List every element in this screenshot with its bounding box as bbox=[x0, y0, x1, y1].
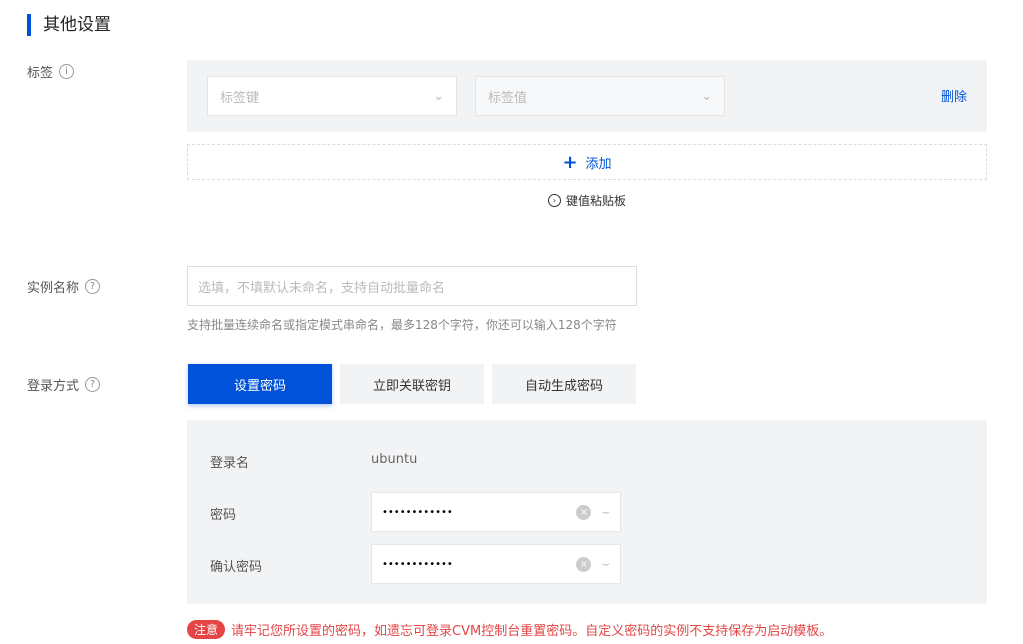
associate-key-tab[interactable]: 立即关联密钥 bbox=[340, 364, 484, 404]
help-icon[interactable]: ? bbox=[85, 279, 101, 294]
confirm-password-input[interactable]: •••••••••••• × ⌣ bbox=[371, 544, 621, 584]
tag-value-select[interactable]: 标签值 ⌄ bbox=[475, 76, 725, 116]
tag-row: 标签键 ⌄ 标签值 ⌄ 删除 bbox=[187, 60, 987, 132]
chevron-down-icon: ⌄ bbox=[433, 88, 444, 104]
instance-name-label: 实例名称? bbox=[27, 277, 101, 296]
delete-tag-link[interactable]: 删除 bbox=[941, 86, 967, 105]
username-label: 登录名 bbox=[210, 456, 250, 471]
instance-name-input[interactable]: 选填，不填默认未命名，支持自动批量命名 bbox=[187, 266, 637, 306]
password-panel: 登录名 ubuntu 密码 •••••••••••• × ⌣ 确认密码 ••••••… bbox=[187, 420, 987, 604]
section-title: 其他设置 bbox=[27, 14, 111, 36]
clear-icon[interactable]: × bbox=[576, 504, 592, 520]
add-tag-button[interactable]: + 添加 bbox=[187, 144, 987, 180]
instance-name-placeholder: 选填，不填默认未命名，支持自动批量命名 bbox=[198, 280, 446, 296]
paste-label: 键值粘贴板 bbox=[566, 194, 627, 208]
paste-board-toggle[interactable]: › 键值粘贴板 bbox=[548, 192, 626, 209]
info-icon[interactable]: i bbox=[59, 64, 75, 79]
chevron-right-circle-icon: › bbox=[548, 194, 561, 207]
eye-closed-icon[interactable]: ⌣ bbox=[601, 557, 610, 572]
tag-value-placeholder: 标签值 bbox=[488, 90, 528, 106]
confirm-password-label: 确认密码 bbox=[210, 560, 263, 575]
tags-label-text: 标签 bbox=[27, 66, 54, 81]
username-value: ubuntu bbox=[371, 452, 418, 467]
plus-icon: + bbox=[562, 151, 578, 173]
eye-closed-icon[interactable]: ⌣ bbox=[601, 505, 610, 520]
note-badge: 注意 bbox=[187, 620, 226, 639]
tag-key-placeholder: 标签键 bbox=[220, 90, 260, 106]
password-note: 注意 请牢记您所设置的密码，如遗忘可登录CVM控制台重置密码。自定义密码的实例不支… bbox=[187, 620, 832, 639]
instance-name-hint: 支持批量连续命名或指定模式串命名，最多128个字符，你还可以输入128个字符 bbox=[187, 318, 617, 332]
login-label-text: 登录方式 bbox=[27, 379, 80, 394]
add-tag-label: 添加 bbox=[585, 156, 612, 172]
note-text: 请牢记您所设置的密码，如遗忘可登录CVM控制台重置密码。自定义密码的实例不支持保… bbox=[231, 624, 833, 639]
login-label: 登录方式? bbox=[27, 375, 101, 394]
instance-name-label-text: 实例名称 bbox=[27, 281, 80, 296]
chevron-down-icon: ⌄ bbox=[701, 88, 712, 104]
password-label: 密码 bbox=[210, 508, 237, 523]
clear-icon[interactable]: × bbox=[576, 556, 592, 572]
confirm-password-value: •••••••••••• bbox=[382, 558, 453, 570]
set-password-tab[interactable]: 设置密码 bbox=[188, 364, 332, 404]
tags-label: 标签 i bbox=[27, 62, 75, 81]
help-icon[interactable]: ? bbox=[85, 377, 101, 392]
auto-password-tab[interactable]: 自动生成密码 bbox=[492, 364, 636, 404]
tag-key-select[interactable]: 标签键 ⌄ bbox=[207, 76, 457, 116]
password-value: •••••••••••• bbox=[382, 506, 453, 518]
password-input[interactable]: •••••••••••• × ⌣ bbox=[371, 492, 621, 532]
